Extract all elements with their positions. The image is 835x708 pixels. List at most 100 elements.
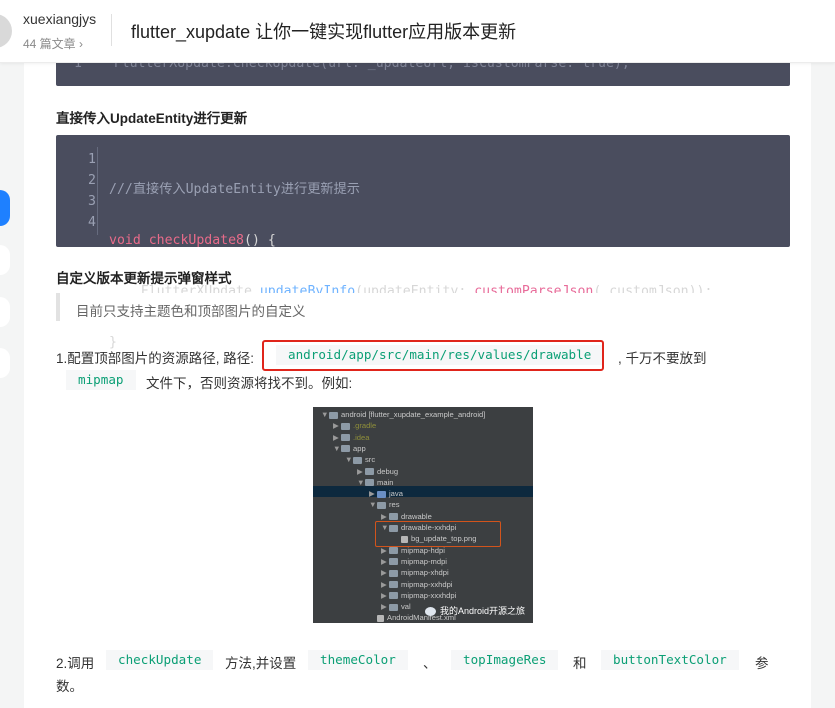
expand-icon: ▼: [333, 443, 341, 453]
code-line: void checkUpdate8() {: [109, 230, 712, 251]
tree-item-label: mipmap-mdpi: [401, 556, 447, 566]
expand-icon: ▼: [321, 410, 329, 419]
tree-item-label: .gradle: [353, 421, 377, 431]
folder-icon: [377, 490, 386, 498]
tree-item-label: mipmap-xxxhdpi: [401, 590, 457, 600]
file-icon: [377, 614, 384, 622]
folder-icon: [389, 547, 398, 555]
collapse-icon: ▶: [381, 602, 387, 612]
wechat-icon: [424, 607, 436, 617]
step1-text: 1.配置顶部图片的资源路径, 路径:: [56, 351, 255, 366]
tree-item[interactable]: ▶ mipmap-xxxhdpi: [381, 590, 456, 601]
tree-item[interactable]: ▶ mipmap-xhdpi: [381, 567, 449, 578]
line-number: 4: [88, 215, 96, 230]
expand-icon: ▼: [369, 500, 377, 510]
folder-icon: [389, 513, 398, 521]
watermark: 我的Android开源之旅: [424, 604, 525, 617]
collapse-icon: ▶: [381, 556, 387, 566]
code-text: () {: [244, 233, 276, 248]
step2-text: 数。: [56, 679, 83, 694]
line-number: 3: [88, 194, 96, 209]
step2-text: 参: [755, 656, 769, 671]
highlight-box: [375, 521, 501, 547]
avatar[interactable]: [0, 14, 12, 48]
collapse-icon: ▶: [381, 590, 387, 600]
tree-item[interactable]: ▼ android [flutter_xupdate_example_androi…: [321, 409, 485, 420]
side-action-collect[interactable]: [0, 297, 10, 327]
watermark-text: 我的Android开源之旅: [439, 606, 525, 616]
code-function-name: checkUpdate8: [148, 233, 244, 248]
inline-code: themeColor: [308, 650, 408, 670]
side-action-share[interactable]: [0, 348, 10, 378]
folder-icon: [341, 422, 350, 430]
tree-item-label: .idea: [353, 432, 370, 442]
folder-icon: [341, 445, 350, 453]
tree-item[interactable]: ▼ src: [345, 454, 375, 465]
tree-item-label: app: [353, 443, 366, 453]
side-action-like[interactable]: [0, 190, 10, 226]
tree-item[interactable]: ▶ .gradle: [333, 420, 376, 431]
folder-icon: [389, 592, 398, 600]
tree-item[interactable]: ▶ .idea: [333, 432, 369, 443]
tree-item[interactable]: ▶ mipmap-mdpi: [381, 556, 447, 567]
folder-icon: [341, 434, 350, 442]
collapse-icon: ▶: [381, 579, 387, 589]
side-action-comment[interactable]: [0, 245, 10, 275]
tree-item-label: res: [389, 500, 400, 510]
step2-text: 2.调用: [56, 656, 95, 671]
section-heading: 直接传入UpdateEntity进行更新: [56, 111, 248, 126]
code-comment: ///直接传入UpdateEntity进行更新提示: [109, 182, 360, 197]
code-block: 1 2 3 4 ///直接传入UpdateEntity进行更新提示 void c…: [56, 135, 790, 350]
tree-item[interactable]: ▶ val: [381, 601, 411, 612]
line-number-gutter: 1 2 3 4: [56, 149, 96, 233]
collapse-icon: ▶: [357, 466, 363, 476]
inline-code: buttonTextColor: [601, 650, 739, 670]
folder-icon: [365, 468, 374, 475]
section-heading: 自定义版本更新提示弹窗样式: [56, 271, 232, 286]
tree-item[interactable]: ▶ debug: [357, 466, 398, 477]
page-title: flutter_xupdate 让你一键实现flutter应用版本更新: [131, 22, 517, 42]
tree-item-label: main: [377, 477, 394, 487]
step1-text: , 千万不要放到: [618, 351, 707, 366]
tree-item-label: android [flutter_xupdate_example_android…: [341, 410, 486, 419]
folder-icon: [389, 603, 398, 611]
folder-icon: [389, 558, 398, 566]
tree-selection-highlight: [313, 486, 533, 497]
article-header: xuexiangjys 44 篇文章 › flutter_xupdate 让你一…: [0, 0, 835, 63]
project-tree-screenshot: ▼ android [flutter_xupdate_example_androi…: [313, 407, 533, 623]
tree-item[interactable]: ▼ res: [369, 499, 400, 510]
line-number: 2: [88, 173, 96, 188]
blockquote-text: 目前只支持主题色和顶部图片的自定义: [76, 304, 306, 319]
tree-item-label: java: [389, 489, 403, 499]
code-keyword: void: [109, 233, 141, 248]
folder-icon: [353, 456, 362, 464]
folder-icon: [377, 501, 386, 509]
step1-text: 文件下，否则资源将找不到。例如:: [146, 376, 353, 391]
code-line: ///直接传入UpdateEntity进行更新提示: [109, 179, 712, 200]
folder-icon: [389, 581, 398, 588]
step2-text: 和: [573, 656, 587, 671]
blockquote: 目前只支持主题色和顶部图片的自定义: [56, 293, 794, 321]
tree-item[interactable]: ▶ java: [369, 488, 403, 499]
collapse-icon: ▶: [333, 421, 339, 431]
collapse-icon: ▶: [333, 432, 339, 442]
inline-code: checkUpdate: [106, 650, 214, 670]
collapse-icon: ▶: [369, 489, 375, 499]
tree-item[interactable]: ▶ mipmap-xxhdpi: [381, 579, 453, 590]
highlight-box: [262, 340, 604, 371]
folder-icon: [329, 411, 338, 419]
collapse-icon: ▶: [381, 568, 387, 578]
author-name[interactable]: xuexiangjys: [23, 11, 96, 27]
inline-code: mipmap: [66, 370, 136, 390]
tree-item-label: mipmap-xhdpi: [401, 568, 449, 578]
tree-item[interactable]: ▼ main: [357, 477, 393, 488]
line-number: 1: [88, 152, 96, 167]
tree-item[interactable]: ▼ app: [333, 443, 366, 454]
folder-icon: [365, 479, 374, 487]
gutter-divider: [97, 147, 98, 235]
tree-item-label: drawable: [401, 511, 432, 521]
tree-item-label: val: [401, 602, 411, 612]
divider: [111, 14, 112, 46]
tree-item-label: debug: [377, 466, 399, 476]
author-article-count[interactable]: 44 篇文章 ›: [23, 35, 83, 52]
